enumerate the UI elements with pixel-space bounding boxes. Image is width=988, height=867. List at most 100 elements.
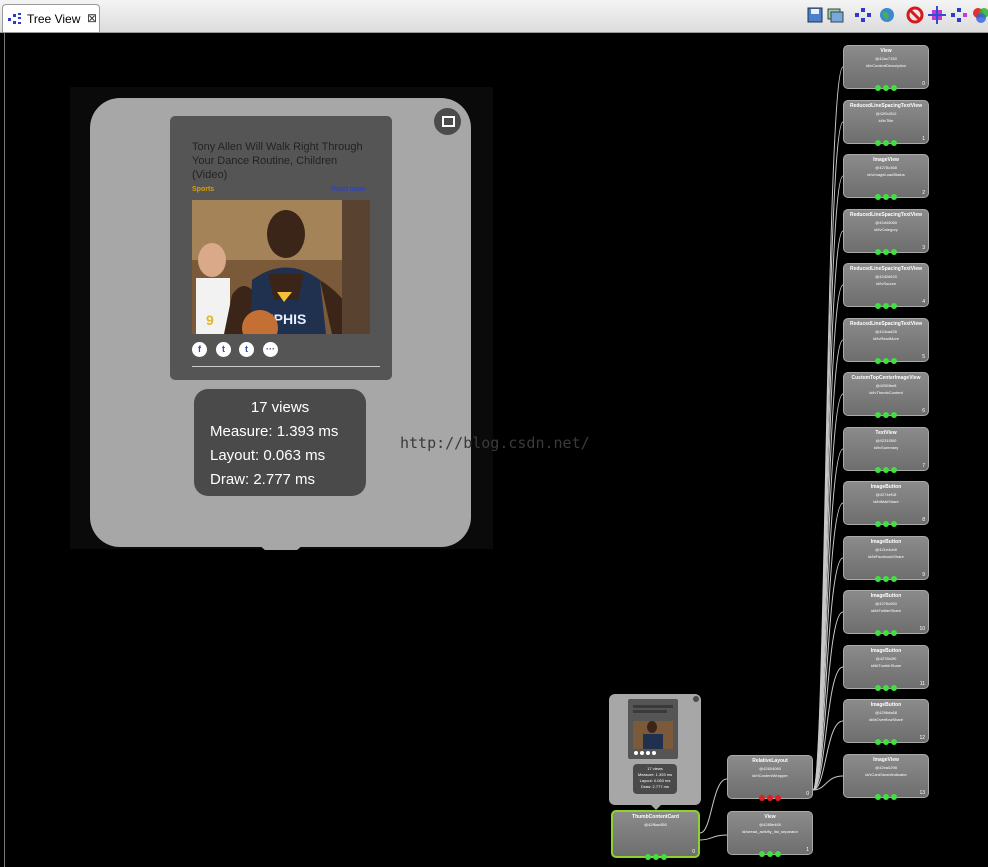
node-status-dots (844, 78, 928, 96)
status-dot (875, 412, 881, 418)
node-index: 7 (922, 463, 925, 469)
mini-card-image (633, 705, 673, 755)
status-dot (891, 194, 897, 200)
node-index: 9 (922, 572, 925, 578)
measure-time: Measure: 1.393 ms (210, 423, 339, 440)
node-status-dots (613, 847, 698, 865)
status-dot (883, 794, 889, 800)
node-thumb-content-card[interactable]: ThumbContentCard @42f6ac850 0 (611, 810, 700, 860)
node-index: 4 (922, 299, 925, 305)
views-count: 17 views (250, 399, 310, 416)
node-id: id/tvSource (875, 281, 896, 286)
status-dot (759, 795, 765, 801)
status-dot (883, 467, 889, 473)
status-dot (875, 303, 881, 309)
child-node[interactable]: ImageButton @421e4cb8 id/btFacebookShare 9 (843, 536, 929, 582)
node-status-dots (844, 787, 928, 805)
node-address: @4285e460 (759, 822, 781, 827)
child-node[interactable]: CustomTopCenterImageView @4256fbe8 id/ivTh… (843, 372, 929, 418)
status-dot (767, 795, 773, 801)
node-address: @4276b2f0 (875, 656, 897, 661)
node-index: 1 (922, 136, 925, 142)
status-dot (875, 249, 881, 255)
child-node[interactable]: ImageButton @4276c060 id/btTwitterShare 10 (843, 590, 929, 636)
child-node[interactable]: ImageButton @4276b2f0 id/btTumblrShare 11 (843, 645, 929, 691)
child-node[interactable]: View @42ac7150 id/vContentDescription 0 (843, 45, 929, 91)
node-index: 0 (922, 81, 925, 87)
node-index: 8 (922, 517, 925, 523)
tumblr-icon[interactable]: t (239, 342, 254, 357)
child-node[interactable]: ReducedLineSpacingTextView @42f0d310 id/tv… (843, 100, 929, 146)
status-dot (875, 630, 881, 636)
status-dot (875, 85, 881, 91)
node-index: 0 (806, 791, 809, 797)
card-separator (192, 366, 380, 367)
watermark: http://blog.csdn.net/ (400, 434, 590, 452)
status-dot (875, 358, 881, 364)
node-name: ReducedLineSpacingTextView (849, 266, 923, 272)
window-icon[interactable] (434, 108, 461, 135)
twitter-icon[interactable]: t (216, 342, 231, 357)
status-dot (883, 303, 889, 309)
node-status-dots (844, 296, 928, 314)
status-dot (775, 795, 781, 801)
child-node[interactable]: ImageView @4278c368 id/vImageLoadStatus 2 (843, 154, 929, 200)
node-id: id/btFacebookShare (868, 554, 904, 559)
node-id: id/tvSummary (873, 445, 899, 450)
status-dot (883, 630, 889, 636)
node-address: @42ac7150 (875, 56, 897, 61)
mini-draw: Draw: 2.777 ms (640, 784, 669, 789)
node-id: id/tvCategory (874, 227, 898, 232)
node-address: @42f6ac850 (644, 822, 667, 827)
card-read-more: Read more (331, 186, 366, 193)
node-id: id/tvTitle (878, 118, 894, 123)
node-address: @42ea0298 (875, 765, 897, 770)
status-dot (875, 194, 881, 200)
status-dot (883, 194, 889, 200)
svg-text:9: 9 (206, 312, 214, 328)
node-separator-view[interactable]: View @4285e460 id/wread_activity_list_se… (727, 811, 813, 857)
node-status-dots (844, 569, 928, 587)
node-name: ImageButton (870, 593, 902, 599)
child-node[interactable]: ReducedLineSpacingTextView @42d2d620 id/tv… (843, 263, 929, 309)
node-relative-layout[interactable]: RelativeLayout @42604060 id/rlContentWra… (727, 755, 813, 801)
status-dot (883, 140, 889, 146)
node-name: RelativeLayout (752, 758, 788, 764)
node-index: 2 (922, 190, 925, 196)
child-node[interactable]: ImageView @42ea0298 id/vCardSavedIndicator… (843, 754, 929, 800)
status-dot (875, 576, 881, 582)
overflow-icon[interactable]: ··· (263, 342, 278, 357)
node-name: ImageView (873, 757, 899, 763)
mini-timing-stats: 17 views Measure: 1.393 ms Layout: 0.063… (633, 764, 677, 794)
child-node[interactable]: ReducedLineSpacingTextView @42d44060 id/tv… (843, 209, 929, 255)
node-index: 3 (922, 245, 925, 251)
node-id: id/vImageLoadStatus (867, 172, 905, 177)
node-name: ImageButton (870, 648, 902, 654)
status-dot (883, 576, 889, 582)
popup-pointer (258, 544, 304, 550)
child-node[interactable]: TextView @4231f300 id/tvSummary 7 (843, 427, 929, 473)
status-dot (891, 794, 897, 800)
child-node[interactable]: ImageButton @4296da68 id/btOverflowShare 12 (843, 699, 929, 745)
child-node[interactable]: ImageButton @4274ef18 id/btMailShare 8 (843, 481, 929, 527)
node-name: ReducedLineSpacingTextView (849, 212, 923, 218)
status-dot (652, 854, 659, 860)
child-node[interactable]: ReducedLineSpacingTextView @424cad28 id/tv… (843, 318, 929, 364)
card-photo: 9 MPHIS (192, 200, 370, 334)
node-address: @4278c368 (875, 165, 897, 170)
node-id: id/wread_activity_list_separator (742, 829, 798, 834)
node-name: ImageView (873, 157, 899, 163)
node-status-dots (844, 732, 928, 750)
status-dot (883, 85, 889, 91)
status-dot (875, 794, 881, 800)
mini-preview: 17 views Measure: 1.393 ms Layout: 0.063… (609, 694, 701, 805)
status-dot (891, 467, 897, 473)
node-id: id/btTwitterShare (870, 608, 901, 613)
facebook-icon[interactable]: f (192, 342, 207, 357)
mini-window-icon (693, 696, 699, 702)
node-name: TextView (875, 430, 897, 436)
node-name: View (880, 48, 892, 54)
node-status-dots (844, 460, 928, 478)
node-name: ReducedLineSpacingTextView (849, 103, 923, 109)
node-index: 11 (919, 681, 925, 687)
